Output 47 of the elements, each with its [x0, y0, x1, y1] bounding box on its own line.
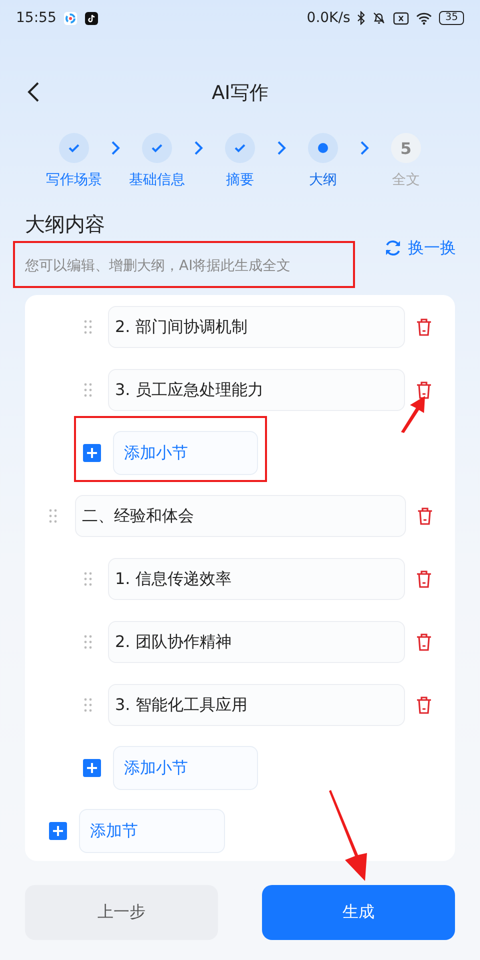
- refresh-button[interactable]: 换一换: [384, 234, 456, 262]
- step-label: 写作场景: [46, 171, 102, 189]
- trash-icon[interactable]: [416, 570, 432, 588]
- plus-icon[interactable]: [49, 822, 67, 840]
- trash-icon[interactable]: [416, 381, 432, 399]
- wifi-icon: [416, 12, 432, 24]
- subsection-field[interactable]: 2. 部门间协调机制: [108, 306, 405, 348]
- subsection-field[interactable]: 2. 团队协作精神: [108, 621, 405, 663]
- trash-icon[interactable]: [416, 633, 432, 651]
- step-label: 摘要: [226, 171, 254, 189]
- drag-handle-icon[interactable]: [84, 383, 92, 397]
- hint-text: 您可以编辑、增删大纲，AI将据此生成全文: [25, 257, 291, 275]
- subsection-field[interactable]: 3. 智能化工具应用: [108, 684, 405, 726]
- battery-indicator: 35: [439, 11, 464, 25]
- section-field[interactable]: 二、经验和体会: [75, 495, 406, 537]
- trash-icon[interactable]: [416, 696, 432, 714]
- add-section-button[interactable]: 添加节: [79, 809, 225, 853]
- app-icon: [64, 12, 78, 24]
- subsection-field[interactable]: 3. 员工应急处理能力: [108, 369, 405, 411]
- step-label: 基础信息: [129, 171, 185, 189]
- bell-off-icon: [372, 11, 386, 25]
- drag-handle-icon[interactable]: [84, 635, 92, 649]
- add-subsection-button[interactable]: 添加小节: [113, 431, 258, 475]
- subsection-field[interactable]: 1. 信息传递效率: [108, 558, 405, 600]
- page-title: AI写作: [212, 81, 268, 106]
- plus-icon[interactable]: [83, 444, 101, 462]
- drag-handle-icon[interactable]: [84, 698, 92, 712]
- network-speed: 0.0K/s: [306, 10, 350, 26]
- drag-handle-icon[interactable]: [84, 572, 92, 586]
- drag-handle-icon[interactable]: [49, 509, 57, 523]
- bluetooth-icon: [357, 11, 366, 25]
- step-number: 5: [391, 133, 421, 163]
- add-subsection-button[interactable]: 添加小节: [113, 746, 258, 790]
- sim-card-icon: [393, 12, 410, 24]
- plus-icon[interactable]: [83, 759, 101, 777]
- section-title: 大纲内容: [25, 211, 106, 238]
- pointer-arrow: [399, 394, 427, 434]
- refresh-icon: [384, 239, 402, 257]
- step-label: 大纲: [309, 171, 337, 189]
- app-icon: [85, 12, 98, 24]
- step-label: 全文: [392, 171, 420, 189]
- generate-button[interactable]: 生成: [262, 885, 455, 940]
- drag-handle-icon[interactable]: [84, 320, 92, 334]
- trash-icon[interactable]: [417, 507, 433, 525]
- trash-icon[interactable]: [416, 318, 432, 336]
- status-time: 15:55: [16, 10, 56, 26]
- previous-button[interactable]: 上一步: [25, 885, 218, 940]
